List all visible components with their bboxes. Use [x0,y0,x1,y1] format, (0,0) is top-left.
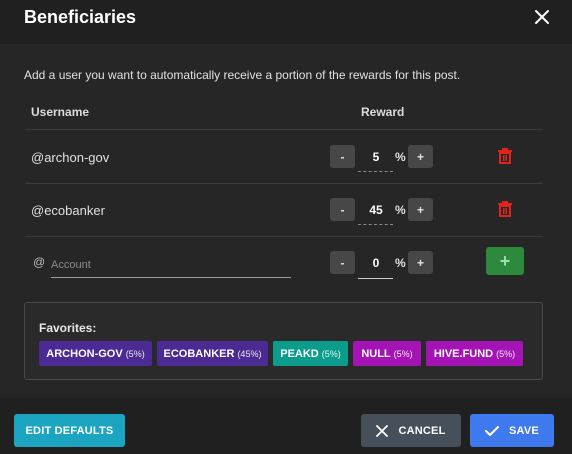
percent-sign: % [395,203,406,217]
cancel-label: CANCEL [398,424,446,437]
check-icon [485,425,500,436]
increment-button[interactable]: + [408,145,433,168]
favorite-chip-hive-fund[interactable]: HIVE.FUND (5%) [426,341,523,366]
favorite-percent: (5%) [321,348,341,359]
favorite-percent: (5%) [393,348,413,359]
at-icon: @ [33,255,46,269]
close-icon[interactable] [531,6,553,28]
header-divider [25,129,543,130]
percent-sign: % [395,256,406,270]
favorite-chip-peakd[interactable]: PEAKD (5%) [273,341,348,366]
dialog-body: Add a user you want to automatically rec… [0,44,572,398]
decrement-button[interactable]: - [330,145,355,168]
dialog-header: Beneficiaries [0,0,572,44]
decrement-button[interactable]: - [330,251,355,274]
decrement-button[interactable]: - [330,198,355,221]
favorite-name: PEAKD [280,347,319,360]
increment-button[interactable]: + [408,251,433,274]
column-header-username: Username [31,105,90,119]
row-divider [25,236,543,237]
increment-button[interactable]: + [408,198,433,221]
reward-percent-input[interactable]: 0 [359,256,393,270]
favorite-chip-ecobanker[interactable]: ECOBANKER (45%) [157,341,268,366]
favorite-name: HIVE.FUND [433,347,494,360]
save-label: SAVE [509,424,539,437]
delete-beneficiary-icon[interactable] [498,148,512,164]
cancel-button[interactable]: CANCEL [361,414,461,447]
favorite-chip-null[interactable]: NULL (5%) [353,341,421,366]
edit-defaults-button[interactable]: EDIT DEFAULTS [14,414,125,447]
favorite-name: ECOBANKER [163,347,235,360]
favorites-panel: Favorites: ARCHON-GOV (5%) ECOBANKER (45%)… [24,302,543,380]
add-beneficiary-button[interactable]: + [486,247,524,275]
favorites-title: Favorites: [39,321,97,335]
reward-percent-input[interactable]: 5 [359,150,393,164]
favorite-chip-archon-gov[interactable]: ARCHON-GOV (5%) [39,341,152,366]
intro-text: Add a user you want to automatically rec… [24,68,461,82]
reward-input-underline [358,224,393,225]
favorite-percent: (5%) [496,348,516,359]
reward-input-underline [358,278,393,279]
percent-sign: % [395,150,406,164]
beneficiary-username: @archon-gov [31,150,110,165]
column-header-reward: Reward [361,105,405,119]
reward-input-underline [358,171,393,172]
dialog-footer: EDIT DEFAULTS CANCEL SAVE [0,398,572,454]
favorite-percent: (45%) [237,348,262,359]
close-icon [376,424,389,437]
account-input[interactable] [51,252,291,278]
delete-beneficiary-icon[interactable] [498,201,512,217]
favorite-name: ARCHON-GOV [46,347,123,360]
reward-percent-input[interactable]: 45 [359,203,393,217]
save-button[interactable]: SAVE [470,414,554,447]
dialog-title: Beneficiaries [24,7,137,27]
favorite-name: NULL [361,347,391,360]
beneficiary-username: @ecobanker [31,203,105,218]
row-divider [25,183,543,184]
favorite-percent: (5%) [125,348,145,359]
